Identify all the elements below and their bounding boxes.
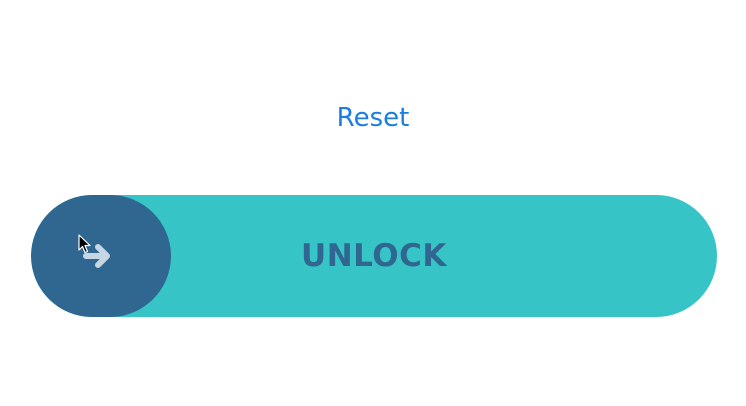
- unlock-slider[interactable]: UNLOCK: [31, 195, 717, 317]
- reset-link[interactable]: Reset: [0, 98, 746, 138]
- arrow-right-icon: [83, 244, 110, 268]
- slider-handle[interactable]: [31, 195, 171, 317]
